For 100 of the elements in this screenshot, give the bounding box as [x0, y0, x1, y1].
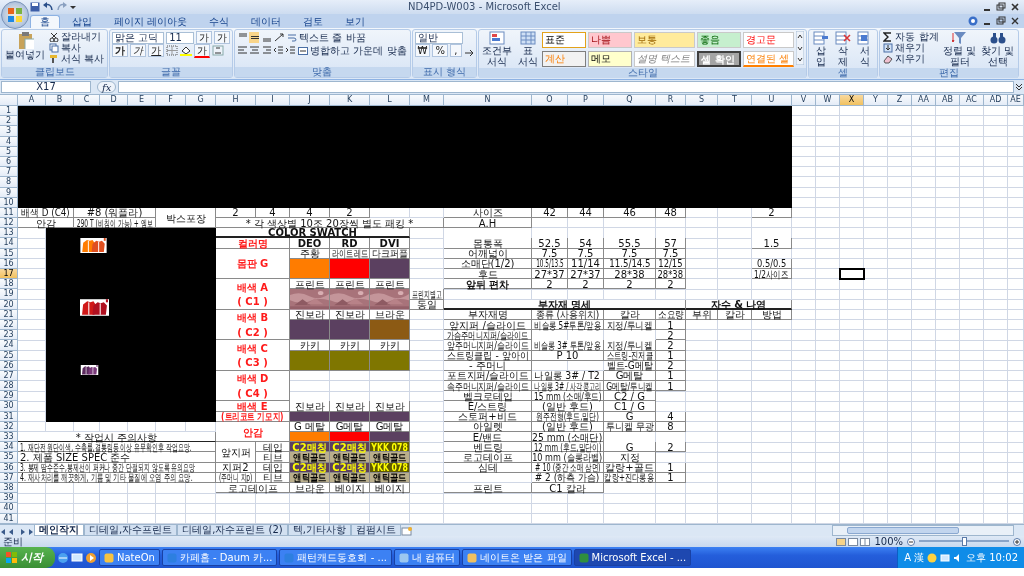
row-header[interactable]: 37 — [0, 472, 18, 483]
column-header[interactable]: R — [656, 95, 686, 106]
horizontal-scrollbar[interactable] — [832, 525, 1014, 536]
table-format-button[interactable]: 표 서식 — [515, 31, 540, 67]
paste-button[interactable]: 붙여넣기 — [4, 31, 46, 60]
cell-style[interactable]: 나쁨 — [587, 32, 632, 48]
editing-button[interactable]: 정렬 및 필터 — [941, 31, 978, 67]
column-header[interactable]: O — [532, 95, 568, 106]
increase-indent-icon[interactable] — [285, 45, 296, 56]
media-icon[interactable] — [85, 551, 97, 564]
cells-button[interactable]: 삭제 — [833, 31, 854, 67]
taskbar-button[interactable]: 네이트온 받은 파일 — [462, 549, 572, 566]
network-icon[interactable] — [940, 552, 950, 563]
row-header[interactable]: 10 — [0, 197, 18, 208]
column-header[interactable]: K — [330, 95, 370, 106]
grow-font-button[interactable]: 가 — [196, 31, 213, 44]
ribbon-tab[interactable]: 검토 — [293, 15, 334, 28]
column-header[interactable]: A — [18, 95, 46, 106]
editing-item[interactable]: 지우기 — [882, 53, 940, 64]
row-header[interactable]: 36 — [0, 462, 18, 473]
fill-color-icon[interactable] — [180, 45, 193, 56]
column-header[interactable]: D — [100, 95, 128, 106]
column-header[interactable]: Q — [604, 95, 656, 106]
column-header[interactable]: AA — [912, 95, 936, 106]
taskbar-button[interactable]: Microsoft Excel - ... — [573, 549, 692, 566]
column-header[interactable]: H — [216, 95, 256, 106]
taskbar-button[interactable]: 카페홈 - Daum 카... — [161, 549, 278, 566]
editing-item[interactable]: 자동 합계 — [882, 31, 940, 42]
bold-button[interactable]: 가 — [112, 44, 129, 57]
phonetic-icon[interactable] — [212, 45, 225, 56]
cell-style[interactable]: 설명 텍스트 — [633, 51, 696, 67]
scroll-arrows-icon[interactable] — [796, 31, 805, 65]
close-icon[interactable] — [1010, 16, 1020, 26]
row-header[interactable]: 17 — [0, 269, 18, 280]
cell-style[interactable]: 좋음 — [697, 32, 742, 48]
column-header[interactable]: X — [840, 95, 864, 106]
conditional-format-button[interactable]: 조건부 서식 — [480, 31, 514, 67]
row-header[interactable]: 18 — [0, 279, 18, 290]
name-box[interactable]: X17 — [1, 81, 91, 93]
row-header[interactable]: 21 — [0, 309, 18, 320]
sheet-nav-icon[interactable] — [0, 527, 34, 536]
ribbon-tab[interactable]: 홈 — [30, 15, 60, 28]
font-size-field[interactable]: 11 — [166, 31, 195, 44]
italic-button[interactable]: 가 — [130, 44, 147, 57]
column-header[interactable]: AC — [960, 95, 984, 106]
shrink-font-button[interactable]: 가 — [214, 31, 231, 44]
editing-button[interactable]: 찾기 및 선택 — [979, 31, 1016, 67]
save-icon[interactable] — [30, 2, 40, 12]
cell-style[interactable]: 경고문 — [743, 32, 795, 48]
clipboard-item[interactable]: 서식 복사 — [48, 53, 106, 64]
row-header[interactable]: 4 — [0, 136, 18, 147]
column-header[interactable]: N — [444, 95, 532, 106]
page-layout-view-icon[interactable] — [848, 537, 859, 546]
column-header[interactable]: C — [74, 95, 100, 106]
row-header[interactable]: 32 — [0, 421, 18, 432]
row-header[interactable]: 27 — [0, 370, 18, 382]
row-header[interactable]: 29 — [0, 391, 18, 402]
column-header[interactable]: B — [46, 95, 74, 106]
column-header[interactable]: L — [370, 95, 410, 106]
editing-item[interactable]: 채우기 — [882, 42, 940, 53]
tray-icon[interactable] — [927, 552, 937, 563]
row-header[interactable]: 41 — [0, 513, 18, 524]
row-header[interactable]: 25 — [0, 350, 18, 361]
ribbon-tab[interactable]: 페이지 레이아웃 — [104, 15, 198, 28]
column-header[interactable]: S — [686, 95, 718, 106]
zoom-in-icon[interactable] — [1013, 537, 1021, 546]
column-header[interactable]: P — [568, 95, 604, 106]
row-header[interactable]: 23 — [0, 330, 18, 341]
number-format-button[interactable]: % — [432, 44, 448, 57]
ribbon-tab[interactable]: 데이터 — [241, 15, 292, 28]
row-header[interactable]: 35 — [0, 452, 18, 463]
number-format-button[interactable]: ₩ — [414, 44, 431, 57]
row-header[interactable]: 3 — [0, 126, 18, 137]
column-header[interactable]: J — [290, 95, 330, 106]
cell-style[interactable]: 보통 — [633, 32, 696, 48]
undo-icon[interactable] — [42, 2, 54, 12]
font-name-field[interactable]: 맑은 고딕 — [112, 31, 165, 44]
page-break-view-icon[interactable] — [860, 537, 871, 546]
column-header[interactable]: Y — [864, 95, 888, 106]
ime-indicator[interactable]: 漢 — [914, 550, 924, 565]
cell-style[interactable]: 메모 — [587, 51, 632, 67]
decrease-indent-icon[interactable] — [273, 45, 284, 56]
ribbon-tab[interactable]: 수식 — [199, 15, 240, 28]
cells-button[interactable]: 삽입 — [811, 31, 832, 67]
column-header[interactable]: E — [128, 95, 156, 106]
underline-button[interactable]: 가 — [148, 44, 165, 57]
row-header[interactable]: 20 — [0, 299, 18, 310]
close-icon[interactable] — [1010, 2, 1020, 12]
number-format-button[interactable]: , — [449, 44, 462, 57]
zoom-out-icon[interactable] — [907, 537, 915, 546]
clipboard-item[interactable]: 복사 — [48, 42, 106, 53]
taskbar-button[interactable]: 패턴캐드동호회 - ... — [279, 549, 392, 566]
cell-style[interactable]: 표준 — [541, 32, 586, 48]
row-header[interactable]: 40 — [0, 503, 18, 514]
clipboard-item[interactable]: 잘라내기 — [48, 31, 106, 42]
row-header[interactable]: 5 — [0, 146, 18, 157]
column-header[interactable]: Z — [888, 95, 912, 106]
row-header[interactable]: 14 — [0, 238, 18, 249]
column-header[interactable]: F — [156, 95, 186, 106]
new-sheet-icon[interactable] — [400, 527, 413, 536]
